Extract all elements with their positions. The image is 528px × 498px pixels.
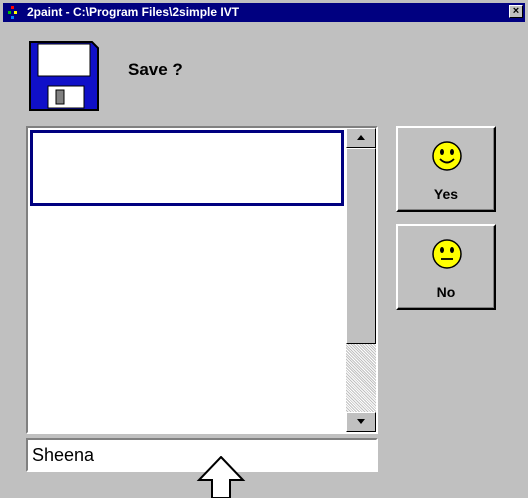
no-label: No xyxy=(436,284,456,300)
floppy-disk-icon xyxy=(29,41,99,111)
scroll-down-button[interactable] xyxy=(346,412,376,432)
close-icon: × xyxy=(512,5,520,17)
title-bar[interactable]: 2paint - C:\Program Files\2simple IVT × xyxy=(3,3,525,22)
file-listbox[interactable] xyxy=(26,126,378,434)
up-arrow-cursor-icon xyxy=(196,456,246,498)
no-button[interactable]: No xyxy=(396,224,496,310)
yes-label: Yes xyxy=(433,186,459,202)
smiley-happy-icon xyxy=(432,141,462,171)
list-item-selected[interactable] xyxy=(30,130,344,206)
vertical-scrollbar[interactable] xyxy=(346,128,376,432)
scroll-up-button[interactable] xyxy=(346,128,376,148)
window-title: 2paint - C:\Program Files\2simple IVT xyxy=(27,5,240,19)
scroll-thumb[interactable] xyxy=(346,148,376,344)
file-list-area[interactable] xyxy=(28,128,346,432)
yes-button[interactable]: Yes xyxy=(396,126,496,212)
arrow-down-icon xyxy=(357,419,365,424)
save-dialog-window: 2paint - C:\Program Files\2simple IVT × … xyxy=(0,0,528,498)
save-prompt: Save ? xyxy=(128,60,183,79)
close-button[interactable]: × xyxy=(509,5,523,18)
app-icon xyxy=(8,6,17,19)
arrow-up-icon xyxy=(357,135,365,140)
smiley-neutral-icon xyxy=(432,239,462,269)
